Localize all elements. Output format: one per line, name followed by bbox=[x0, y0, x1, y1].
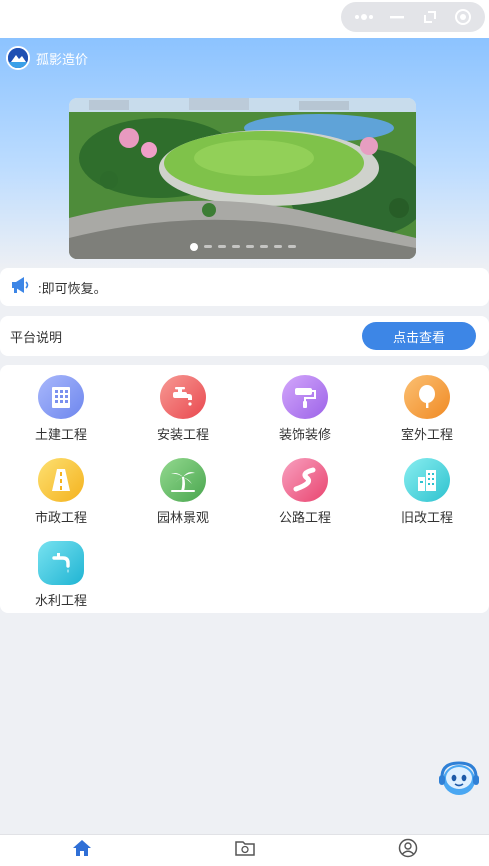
category-label: 安装工程 bbox=[156, 427, 209, 442]
tree-icon bbox=[404, 375, 450, 419]
top-bar bbox=[0, 0, 489, 38]
tab-home[interactable] bbox=[52, 835, 112, 866]
carousel-dot[interactable] bbox=[245, 245, 254, 248]
carousel-dot[interactable] bbox=[273, 245, 282, 248]
mini-program-capsule bbox=[341, 2, 485, 32]
category-item[interactable]: 园林景观 bbox=[122, 448, 244, 526]
old-building-icon bbox=[404, 458, 450, 502]
more-icon[interactable] bbox=[352, 5, 376, 29]
carousel-dot[interactable] bbox=[231, 245, 240, 248]
carousel-dot[interactable] bbox=[217, 245, 226, 248]
home-icon bbox=[72, 839, 92, 862]
bottom-tab-bar bbox=[0, 834, 489, 866]
category-label: 市政工程 bbox=[34, 510, 87, 525]
category-label: 土建工程 bbox=[34, 427, 87, 442]
category-item[interactable]: 安装工程 bbox=[122, 365, 244, 443]
carousel-dot[interactable] bbox=[203, 245, 212, 248]
carousel-dot[interactable] bbox=[287, 245, 296, 248]
close-target-icon[interactable] bbox=[451, 5, 475, 29]
tab-works[interactable] bbox=[215, 835, 275, 866]
brand-name: 孤影造价 bbox=[36, 51, 89, 67]
hero-section: 孤影造价 bbox=[0, 38, 489, 270]
category-item[interactable]: 水利工程 bbox=[0, 531, 122, 609]
category-grid: 土建工程 安装工程 装饰装修 室外工程 市政工程 园林景观 公路工程 旧改工程 … bbox=[0, 365, 489, 613]
category-label: 公路工程 bbox=[278, 510, 331, 525]
carousel-dot-active[interactable] bbox=[189, 243, 198, 251]
category-item[interactable]: 市政工程 bbox=[0, 448, 122, 526]
folder-icon bbox=[234, 839, 255, 862]
view-details-button[interactable]: 点击查看 bbox=[362, 322, 476, 350]
category-label: 园林景观 bbox=[156, 510, 209, 525]
brand-logo bbox=[6, 46, 30, 70]
platform-label: 平台说明 bbox=[10, 329, 63, 345]
brand: 孤影造价 bbox=[6, 46, 88, 70]
category-label: 水利工程 bbox=[34, 593, 87, 608]
category-label: 装饰装修 bbox=[278, 427, 331, 442]
megaphone-icon bbox=[10, 276, 30, 299]
tab-profile[interactable] bbox=[378, 835, 438, 866]
notice-text: :即可恢复。 bbox=[38, 280, 107, 296]
faucet-icon bbox=[160, 375, 206, 419]
highway-icon bbox=[282, 458, 328, 502]
water-tap-icon bbox=[38, 541, 84, 585]
category-item[interactable]: 装饰装修 bbox=[244, 365, 366, 443]
carousel-dot[interactable] bbox=[259, 245, 268, 248]
category-label: 室外工程 bbox=[400, 427, 453, 442]
minimize-icon[interactable] bbox=[385, 5, 409, 29]
user-icon bbox=[398, 838, 418, 863]
banner-carousel[interactable] bbox=[69, 98, 416, 259]
assistant-mascot-icon[interactable] bbox=[438, 757, 480, 799]
paint-roller-icon bbox=[282, 375, 328, 419]
category-label: 旧改工程 bbox=[400, 510, 453, 525]
category-item[interactable]: 公路工程 bbox=[244, 448, 366, 526]
banner-image bbox=[69, 98, 416, 259]
building-icon bbox=[38, 375, 84, 419]
category-item[interactable]: 室外工程 bbox=[366, 365, 488, 443]
restore-icon[interactable] bbox=[418, 5, 442, 29]
notice-bar[interactable]: :即可恢复。 bbox=[0, 268, 489, 306]
carousel-indicators bbox=[69, 243, 416, 251]
road-icon bbox=[38, 458, 84, 502]
palm-tree-icon bbox=[160, 458, 206, 502]
category-item[interactable]: 旧改工程 bbox=[366, 448, 488, 526]
platform-row: 平台说明 点击查看 bbox=[0, 316, 489, 356]
category-item[interactable]: 土建工程 bbox=[0, 365, 122, 443]
